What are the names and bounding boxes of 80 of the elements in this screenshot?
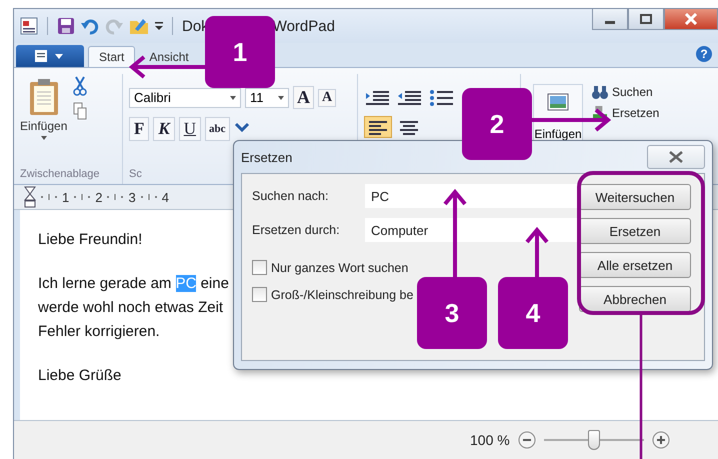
- group-label: Sc: [129, 168, 143, 182]
- ruler-ticks: [140, 194, 158, 200]
- callout-badge: 3: [417, 277, 487, 349]
- paste-button[interactable]: Einfügen: [20, 74, 68, 168]
- indent-marker-icon[interactable]: [24, 186, 36, 208]
- ribbon-tab[interactable]: Ansicht: [139, 47, 199, 67]
- outdent-icon[interactable]: [396, 88, 424, 108]
- zoom-in-icon[interactable]: [652, 431, 670, 449]
- format-button[interactable]: U: [178, 117, 202, 141]
- minimize-icon: [605, 21, 615, 24]
- ruler-number: 3: [128, 190, 136, 204]
- callout-arrow: [525, 226, 549, 277]
- minimize-button[interactable]: [592, 9, 628, 30]
- callout-badge: 4: [498, 277, 568, 349]
- edit-command[interactable]: Ersetzen: [591, 106, 660, 120]
- checkbox-label: Nur ganzes Wort suchen: [271, 260, 408, 274]
- copy-icon[interactable]: [73, 102, 88, 120]
- close-button[interactable]: [664, 9, 718, 30]
- ruler-ticks: [106, 194, 124, 200]
- caret-icon: [278, 96, 284, 100]
- callout-badge: 2: [462, 88, 532, 160]
- save-icon[interactable]: [57, 17, 75, 35]
- scissors-icon[interactable]: [73, 76, 88, 96]
- ribbon-tab[interactable]: Start: [88, 46, 136, 67]
- align-left-icon[interactable]: [364, 116, 392, 138]
- replace-icon: [593, 106, 607, 120]
- text-field[interactable]: Computer: [365, 218, 577, 242]
- font-family-dropdown[interactable]: Calibri: [129, 88, 241, 108]
- group-label: Zwischenablage: [20, 168, 100, 182]
- ruler-ticks: [40, 194, 58, 200]
- font-size-dropdown[interactable]: 11: [245, 88, 289, 108]
- dropdown-icon[interactable]: [155, 21, 163, 31]
- ruler-number: 4: [162, 190, 169, 204]
- text-field[interactable]: PC: [365, 184, 577, 208]
- text-line: Ich lerne gerade am PC eine: [38, 274, 229, 294]
- dialog-title: Ersetzen: [241, 150, 292, 164]
- format-button[interactable]: F: [129, 117, 150, 141]
- zoom-level: 100 %: [470, 432, 510, 448]
- close-button[interactable]: [647, 145, 705, 169]
- list-icon[interactable]: [428, 88, 456, 108]
- edit-command[interactable]: Suchen: [591, 84, 660, 100]
- format-button[interactable]: abc: [205, 117, 230, 141]
- maximize-icon: [640, 14, 652, 24]
- app-menu-button[interactable]: [16, 45, 84, 67]
- text-line: Liebe Freundin!: [38, 230, 142, 250]
- close-icon: [684, 13, 698, 25]
- text-line: Liebe Grüße: [38, 366, 122, 386]
- maximize-button[interactable]: [628, 9, 664, 30]
- zoom-slider-thumb[interactable]: [588, 430, 600, 450]
- insert-picture-button[interactable]: Einfügen: [533, 84, 583, 142]
- checkbox[interactable]: [252, 260, 267, 275]
- dialog-button[interactable]: Weitersuchen: [579, 184, 691, 210]
- binoculars-icon: [591, 84, 609, 100]
- picture-icon: [547, 93, 569, 111]
- app-icon: [20, 17, 38, 35]
- callout-badge: 1: [205, 16, 275, 88]
- help-button[interactable]: ?: [696, 46, 712, 62]
- text-line: Fehler korrigieren.: [38, 322, 160, 342]
- close-icon: [668, 151, 684, 163]
- zoom-out-icon[interactable]: [518, 431, 536, 449]
- text-line: werde wohl noch etwas Zeit: [38, 298, 224, 318]
- undo-icon[interactable]: [81, 17, 99, 35]
- caret-icon: [40, 136, 47, 140]
- grow-font-button[interactable]: A: [293, 86, 314, 109]
- ruler-number: 2: [95, 190, 102, 204]
- caret-icon: [230, 96, 236, 100]
- dialog-button[interactable]: Abbrechen: [579, 286, 691, 312]
- dialog-button[interactable]: Ersetzen: [579, 218, 691, 244]
- shrink-font-button[interactable]: A: [318, 88, 336, 106]
- folder-icon[interactable]: [129, 17, 149, 35]
- checkbox[interactable]: [252, 287, 267, 302]
- dialog-button[interactable]: Alle ersetzen: [579, 252, 691, 278]
- field-label: Ersetzen durch:: [252, 223, 341, 237]
- checkbox-label: Groß-/Kleinschreibung be: [271, 288, 414, 302]
- field-label: Suchen nach:: [252, 189, 330, 203]
- format-button[interactable]: K: [153, 117, 175, 141]
- ruler-number: 1: [62, 190, 70, 204]
- clipboard-icon: [28, 78, 59, 116]
- ruler-ticks: [73, 194, 92, 200]
- indent-icon[interactable]: [364, 88, 392, 108]
